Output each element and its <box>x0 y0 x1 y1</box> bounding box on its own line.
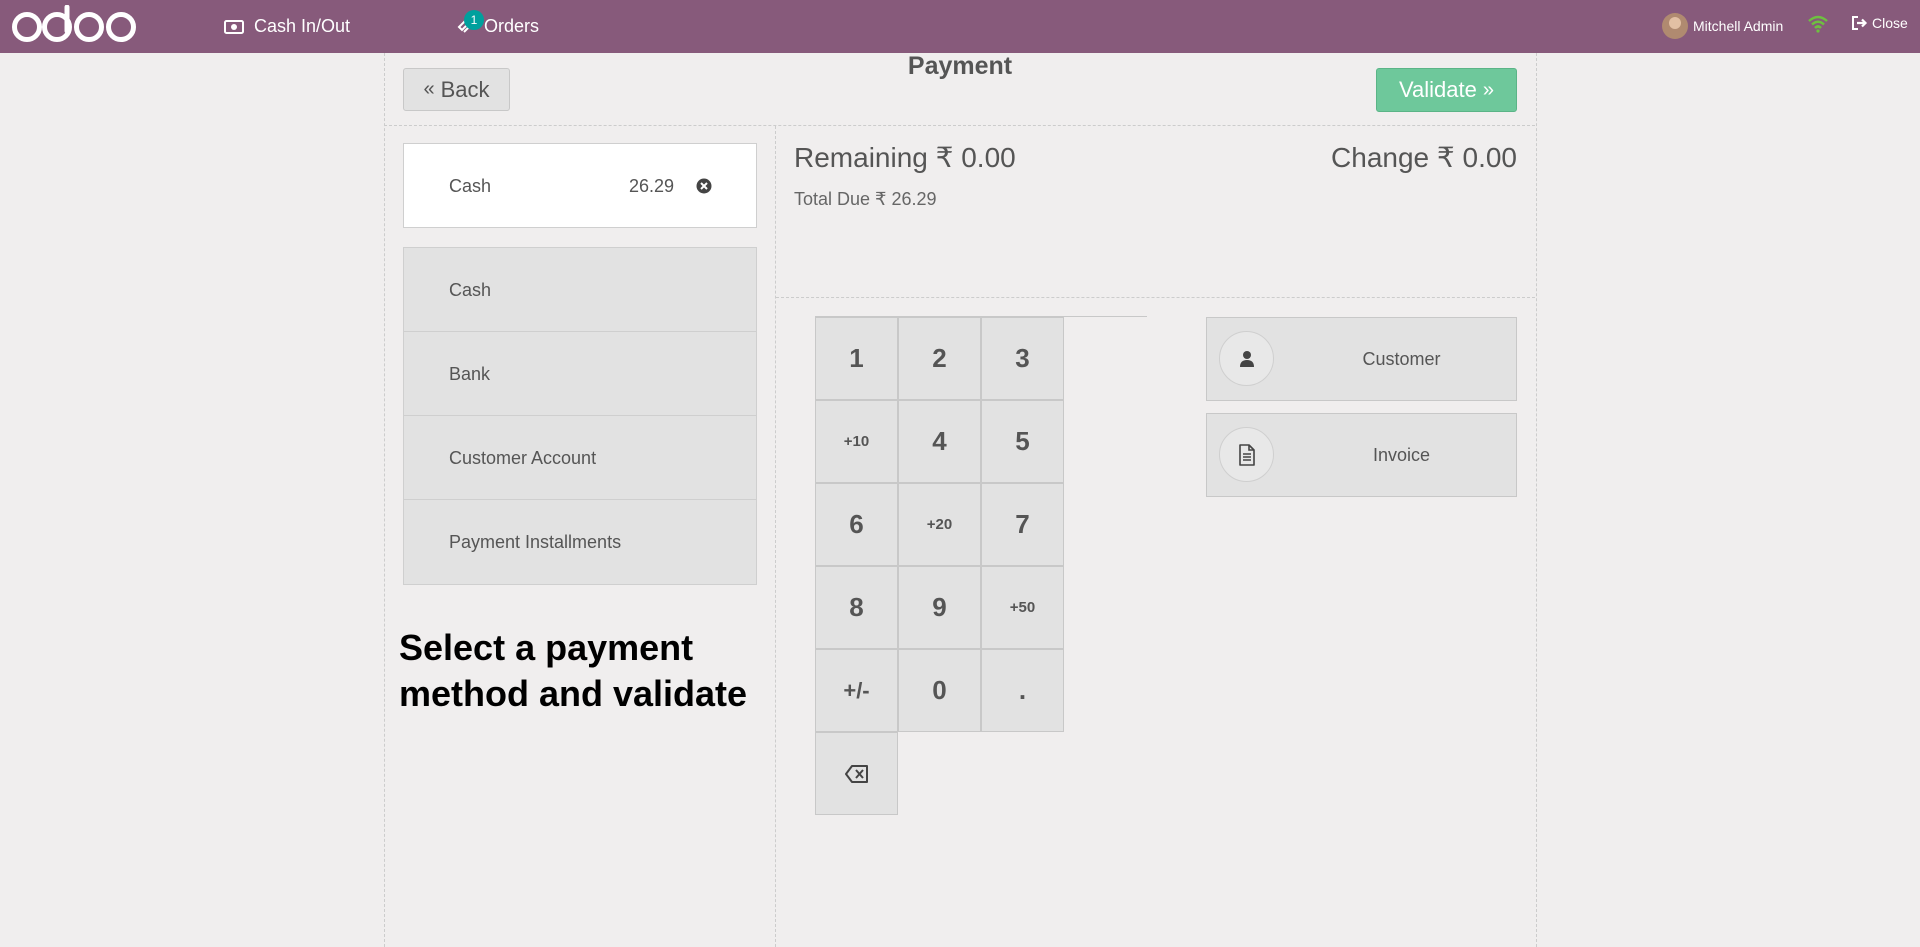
validate-label: Validate <box>1399 77 1477 102</box>
numpad-key-0[interactable]: 0 <box>898 649 981 732</box>
remaining-amount: Remaining ₹ 0.00 <box>794 142 1016 173</box>
customer-label: Customer <box>1362 349 1441 369</box>
money-icon <box>224 19 244 34</box>
payment-line-amount: 26.29 <box>628 176 674 196</box>
user-name: Mitchell Admin <box>1693 18 1784 34</box>
back-button[interactable]: « Back <box>403 68 510 111</box>
numpad-key-4[interactable]: 4 <box>898 400 981 483</box>
close-label: Close <box>1872 15 1908 31</box>
numpad-key-9[interactable]: 9 <box>898 566 981 649</box>
numpad-key-6[interactable]: 6 <box>815 483 898 566</box>
user-icon <box>1219 331 1274 386</box>
divider <box>775 126 776 947</box>
total-due: Total Due ₹ 26.29 <box>794 189 937 209</box>
back-label: Back <box>440 76 490 102</box>
numpad-key-5[interactable]: 5 <box>981 400 1064 483</box>
cash-in-out-label: Cash In/Out <box>254 16 351 36</box>
numpad-key-2[interactable]: 2 <box>898 317 981 400</box>
customer-button[interactable]: Customer <box>1206 317 1517 401</box>
numpad-key-decimal[interactable]: . <box>981 649 1064 732</box>
delete-payment-line-icon[interactable] <box>696 178 712 199</box>
change-amount: Change ₹ 0.00 <box>1331 142 1517 173</box>
invoice-button[interactable]: Invoice <box>1206 413 1517 497</box>
numpad-key-plus-10[interactable]: +10 <box>815 400 898 483</box>
divider <box>384 125 1535 126</box>
wifi-icon <box>1807 15 1829 38</box>
numpad-key-plus-minus[interactable]: +/- <box>815 649 898 732</box>
divider <box>776 297 1535 298</box>
payment-method-installments[interactable]: Payment Installments <box>404 500 756 584</box>
numpad-key-plus-20[interactable]: +20 <box>898 483 981 566</box>
payment-method-bank[interactable]: Bank <box>404 332 756 416</box>
top-bar: Cash In/Out Orders 1 Mitchell Admin Clos… <box>0 0 1920 53</box>
orders-label: Orders <box>484 16 540 36</box>
odoo-logo <box>10 4 138 52</box>
sign-out-icon <box>1852 16 1868 30</box>
orders-count-badge: 1 <box>464 10 484 30</box>
validate-button[interactable]: Validate » <box>1376 68 1517 112</box>
file-text-icon <box>1219 427 1274 482</box>
numpad-key-3[interactable]: 3 <box>981 317 1064 400</box>
page-title: Payment <box>907 52 1013 80</box>
invoice-label: Invoice <box>1372 445 1431 465</box>
payment-methods-list: Cash Bank Customer Account Payment Insta… <box>403 247 757 585</box>
user-menu[interactable]: Mitchell Admin <box>1662 13 1783 39</box>
payment-line[interactable]: Cash 26.29 <box>403 143 757 228</box>
payment-method-cash[interactable]: Cash <box>404 248 756 332</box>
backspace-icon <box>844 764 868 783</box>
payment-line-name: Cash <box>449 176 492 196</box>
numpad-key-plus-50[interactable]: +50 <box>981 566 1064 649</box>
hint-text: Select a payment method and validate <box>399 627 748 714</box>
numpad-key-7[interactable]: 7 <box>981 483 1064 566</box>
close-button[interactable]: Close <box>1852 15 1908 31</box>
double-chevron-right-icon: » <box>1482 78 1494 101</box>
payment-method-customer-account[interactable]: Customer Account <box>404 416 756 500</box>
numpad-key-backspace[interactable] <box>815 732 898 815</box>
numpad-key-1[interactable]: 1 <box>815 317 898 400</box>
avatar <box>1662 13 1688 39</box>
numpad-key-8[interactable]: 8 <box>815 566 898 649</box>
double-chevron-left-icon: « <box>423 78 435 100</box>
cash-in-out-button[interactable]: Cash In/Out <box>224 0 350 53</box>
